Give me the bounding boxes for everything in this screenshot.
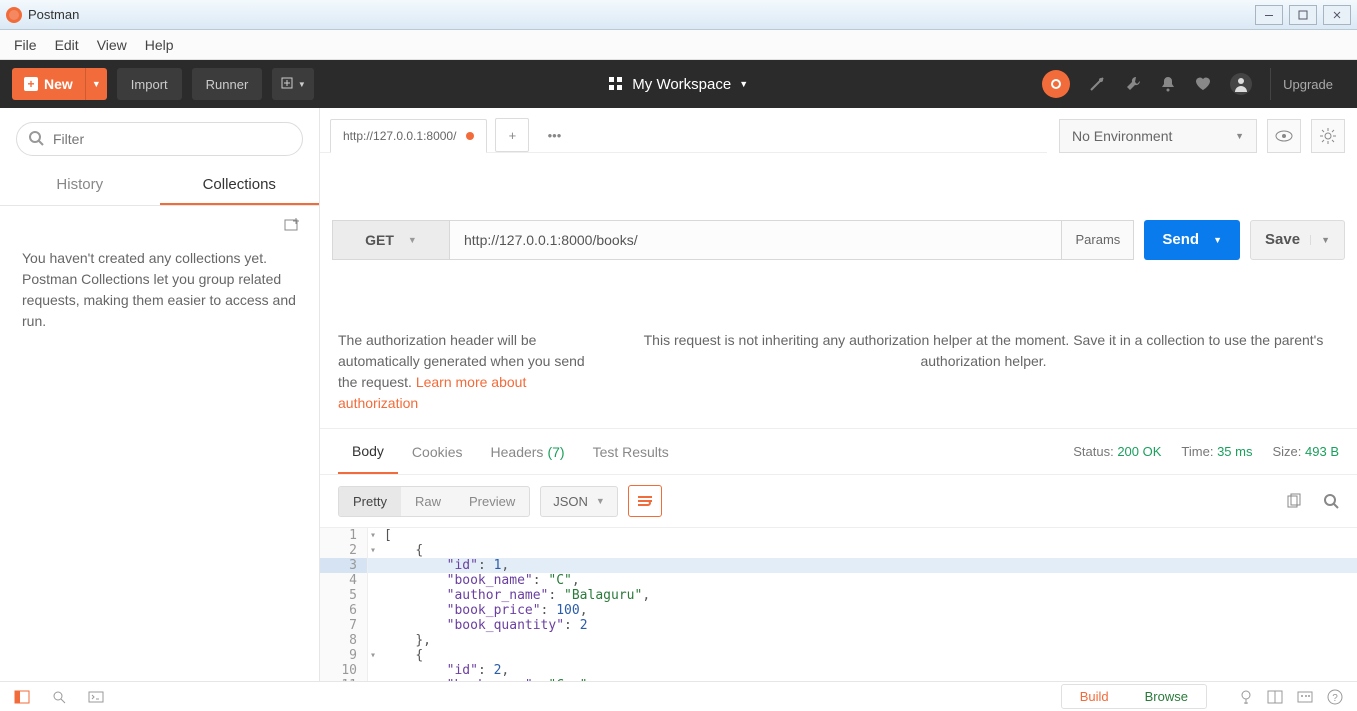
code-line[interactable]: 8 }, [320,633,1357,648]
code-line[interactable]: 9▾ { [320,648,1357,663]
svg-text:?: ? [1332,693,1338,704]
search-response-icon[interactable] [1323,493,1339,509]
window-titlebar: Postman [0,0,1357,30]
menu-edit[interactable]: Edit [55,37,79,53]
window-minimize-button[interactable] [1255,5,1283,25]
request-tab-label: http://127.0.0.1:8000/ [343,129,456,143]
response-tab-body[interactable]: Body [338,429,398,474]
tab-history[interactable]: History [0,166,160,205]
new-window-button[interactable]: ▼ [272,68,314,100]
code-line[interactable]: 2▾ { [320,543,1357,558]
console-icon[interactable] [88,691,104,703]
window-maximize-button[interactable] [1289,5,1317,25]
code-line[interactable]: 5 "author_name": "Balaguru", [320,588,1357,603]
window-icon [281,77,295,91]
filter-input[interactable] [16,122,303,156]
new-button[interactable]: +New ▼ [12,68,107,100]
tab-collections[interactable]: Collections [160,166,320,205]
code-line[interactable]: 10 "id": 2, [320,663,1357,678]
workspace-selector[interactable]: My Workspace [632,76,731,93]
upgrade-button[interactable]: Upgrade [1270,68,1345,100]
environment-preview-button[interactable] [1267,119,1301,153]
copy-response-icon[interactable] [1285,493,1301,509]
import-button[interactable]: Import [117,68,182,100]
new-tab-button[interactable]: + [495,118,529,152]
build-mode-button[interactable]: Build [1062,685,1127,708]
response-size: Size: 493 B [1272,444,1339,459]
view-raw[interactable]: Raw [401,487,455,516]
format-selector[interactable]: JSON▼ [540,486,618,517]
grid-icon [608,76,624,92]
code-line[interactable]: 6 "book_price": 100, [320,603,1357,618]
keyboard-shortcuts-icon[interactable] [1297,691,1313,703]
body-view-selector[interactable]: Pretty Raw Preview [338,486,530,517]
menubar: File Edit View Help [0,30,1357,60]
response-time: Time: 35 ms [1181,444,1252,459]
new-collection-icon[interactable] [283,216,301,234]
wrench-icon[interactable] [1124,75,1142,93]
sidebar: History Collections You haven't created … [0,108,320,681]
statusbar: Build Browse ? [0,681,1357,711]
main-toolbar: +New ▼ Import Runner ▼ My Workspace ▼ Up… [0,60,1357,108]
browse-mode-button[interactable]: Browse [1127,685,1206,708]
auth-info-right: This request is not inheriting any autho… [628,330,1339,414]
code-line[interactable]: 7 "book_quantity": 2 [320,618,1357,633]
view-pretty[interactable]: Pretty [339,487,401,516]
window-close-button[interactable] [1323,5,1351,25]
menu-file[interactable]: File [14,37,37,53]
code-line[interactable]: 1▾[ [320,528,1357,543]
http-method-selector[interactable]: GET▼ [332,220,450,260]
chevron-down-icon: ▼ [739,79,748,89]
response-tab-cookies[interactable]: Cookies [398,429,477,474]
sidebar-toggle-icon[interactable] [14,690,30,704]
wrap-lines-button[interactable] [628,485,662,517]
auth-info-left: The authorization header will be automat… [338,330,588,414]
bell-icon[interactable] [1160,75,1176,93]
window-title: Postman [28,7,1255,22]
bootcamp-icon[interactable] [1239,689,1253,705]
url-input[interactable]: http://127.0.0.1:8000/books/ [450,220,1062,260]
code-line[interactable]: 4 "book_name": "C", [320,573,1357,588]
new-dropdown[interactable]: ▼ [85,68,107,100]
postman-app-icon [6,7,22,23]
user-avatar[interactable] [1230,73,1252,95]
help-icon[interactable]: ? [1327,689,1343,705]
satellite-icon[interactable] [1088,75,1106,93]
collections-empty-text: You haven't created any collections yet.… [0,234,319,346]
send-button[interactable]: Send▼ [1144,220,1240,260]
response-body-code[interactable]: 1▾[2▾ {3 "id": 1,4 "book_name": "C",5 "a… [320,527,1357,681]
response-tab-tests[interactable]: Test Results [579,429,683,474]
find-icon[interactable] [52,690,66,704]
heart-icon[interactable] [1194,76,1212,92]
environment-selector[interactable]: No Environment▼ [1059,119,1257,153]
response-status: Status: 200 OK [1073,444,1161,459]
two-pane-icon[interactable] [1267,690,1283,704]
sync-button[interactable] [1042,70,1070,98]
search-icon [28,130,44,146]
tab-options-button[interactable]: ••• [537,118,571,152]
runner-button[interactable]: Runner [192,68,263,100]
menu-help[interactable]: Help [145,37,174,53]
request-tab[interactable]: http://127.0.0.1:8000/ [330,119,487,153]
environment-settings-button[interactable] [1311,119,1345,153]
save-button[interactable]: Save▼ [1250,220,1345,260]
unsaved-dot-icon [466,132,474,140]
menu-view[interactable]: View [97,37,127,53]
params-button[interactable]: Params [1062,220,1134,260]
view-preview[interactable]: Preview [455,487,529,516]
code-line[interactable]: 3 "id": 1, [320,558,1357,573]
plus-icon: + [24,77,38,91]
response-tab-headers[interactable]: Headers (7) [477,429,579,474]
